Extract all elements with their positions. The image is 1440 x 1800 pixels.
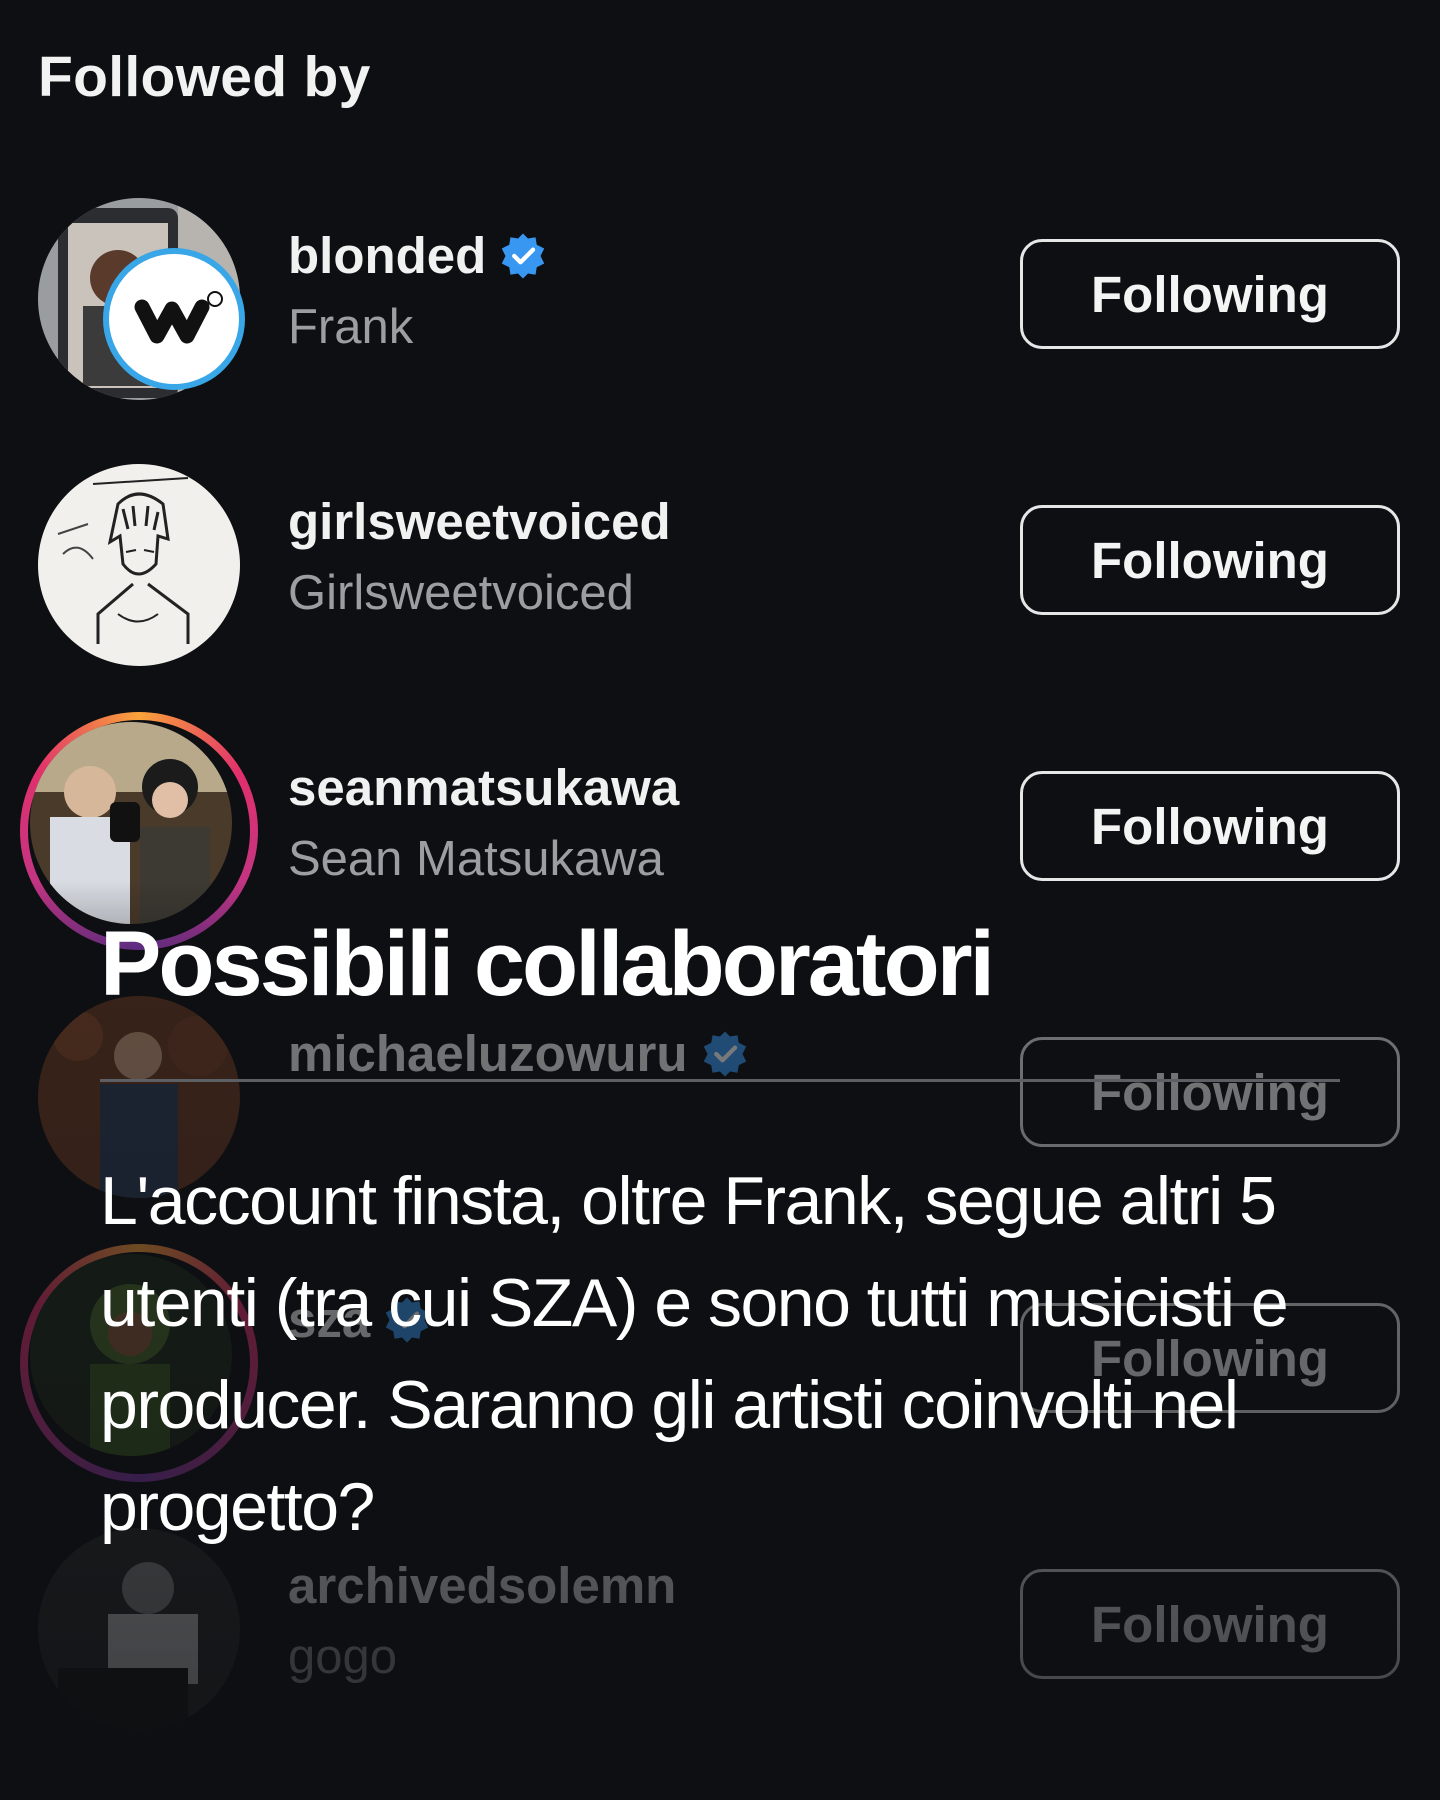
following-button[interactable]: Following	[1020, 1569, 1400, 1679]
overlay-title: Possibili collaboratori	[100, 913, 995, 1015]
following-button[interactable]: Following	[1020, 1037, 1400, 1147]
list-item[interactable]: girlsweetvoiced Girlsweetvoiced Followin…	[0, 464, 1440, 684]
username[interactable]: michaeluzowuru	[288, 1024, 688, 1083]
full-name: gogo	[288, 1630, 398, 1684]
username[interactable]: girlsweetvoiced	[288, 492, 671, 551]
brand-logo-badge	[103, 248, 245, 390]
username[interactable]: blonded	[288, 226, 486, 285]
avatar[interactable]	[30, 722, 232, 924]
full-name: Girlsweetvoiced	[288, 566, 634, 620]
verified-badge-icon	[502, 233, 545, 278]
list-item[interactable]: blonded Frank Following	[0, 198, 1440, 418]
verified-badge-icon	[703, 1031, 746, 1076]
avatar[interactable]	[38, 1528, 240, 1730]
avatar[interactable]	[38, 464, 240, 666]
page-title: Followed by	[38, 45, 371, 109]
username[interactable]: seanmatsukawa	[288, 758, 679, 817]
following-button[interactable]: Following	[1020, 505, 1400, 615]
following-button[interactable]: Following	[1020, 771, 1400, 881]
list-item[interactable]: archivedsolemn gogo Following	[0, 1528, 1440, 1748]
overlay-caption: L'account finsta, oltre Frank, segue alt…	[100, 1163, 1289, 1545]
full-name: Sean Matsukawa	[288, 832, 664, 886]
overlay-divider	[100, 1079, 1340, 1082]
full-name: Frank	[288, 300, 414, 354]
username[interactable]: archivedsolemn	[288, 1556, 676, 1615]
following-button[interactable]: Following	[1020, 239, 1400, 349]
